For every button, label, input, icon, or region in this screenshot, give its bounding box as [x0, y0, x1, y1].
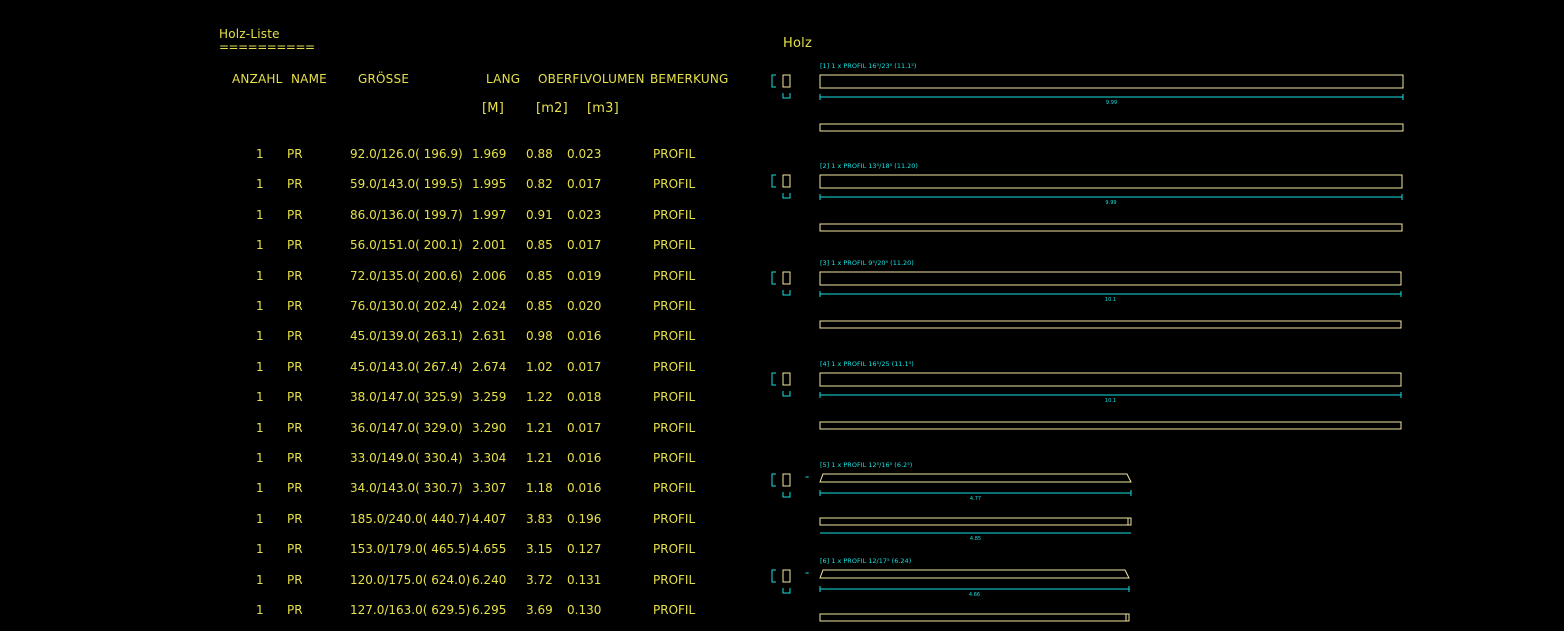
section-dim-horizontal	[782, 93, 791, 99]
beam-elevation	[819, 372, 1402, 387]
section-dim-horizontal	[782, 588, 791, 594]
dimension-text: 10.1	[1105, 398, 1116, 404]
dimension-text: 9.99	[1105, 200, 1116, 206]
section-dim-horizontal	[782, 391, 791, 397]
section-dim-horizontal	[782, 290, 791, 296]
part-label: [1] 1 x PROFIL 16⁵/23⁰ (11.1⁵)	[820, 62, 916, 70]
part-label: [3] 1 x PROFIL 9⁵/20⁵ (11.20)	[820, 259, 914, 267]
dimension-text: 10.1	[1105, 297, 1116, 303]
angle-marker: =	[805, 475, 809, 481]
section-dim-vertical	[771, 569, 776, 583]
beam-elevation	[819, 174, 1403, 189]
dimension-text: 4.66	[969, 592, 980, 598]
dimension-text: 9.99	[1106, 100, 1117, 106]
beam-plan	[819, 421, 1402, 430]
dimension-text: 4.77	[970, 496, 981, 502]
section-profile	[782, 569, 791, 583]
beam-plan	[819, 223, 1403, 232]
part-label: [5] 1 x PROFIL 12⁵/16⁵ (6.2⁵)	[820, 461, 912, 469]
section-profile	[782, 74, 791, 88]
dimension-text: 4.85	[970, 536, 981, 542]
section-dim-vertical	[771, 372, 776, 386]
section-dim-vertical	[771, 473, 776, 487]
section-dim-horizontal	[782, 193, 791, 199]
part-label: [2] 1 x PROFIL 13⁵/18⁵ (11.20)	[820, 162, 918, 170]
angle-marker: =	[805, 571, 809, 577]
section-profile	[782, 473, 791, 487]
part-label: [6] 1 x PROFIL 12/17⁵ (6.24)	[820, 557, 911, 565]
beam-elevation	[819, 271, 1402, 286]
beam-plan	[819, 517, 1132, 526]
beam-plan	[819, 320, 1402, 329]
part-label: [4] 1 x PROFIL 16⁵/25 (11.1⁵)	[820, 360, 914, 368]
section-profile	[782, 372, 791, 386]
section-dim-vertical	[771, 271, 776, 285]
section-profile	[782, 174, 791, 188]
section-dim-horizontal	[782, 492, 791, 498]
section-dim-vertical	[771, 74, 776, 88]
section-profile	[782, 271, 791, 285]
part-drawings: [1] 1 x PROFIL 16⁵/23⁰ (11.1⁵) 9.99 [2] 1 …	[771, 62, 1404, 622]
beam-elevation	[819, 569, 1130, 579]
section-dim-vertical	[771, 174, 776, 188]
beam-plan	[819, 123, 1404, 132]
beam-elevation	[819, 473, 1132, 483]
beam-plan	[819, 613, 1130, 622]
beam-elevation	[819, 74, 1404, 89]
